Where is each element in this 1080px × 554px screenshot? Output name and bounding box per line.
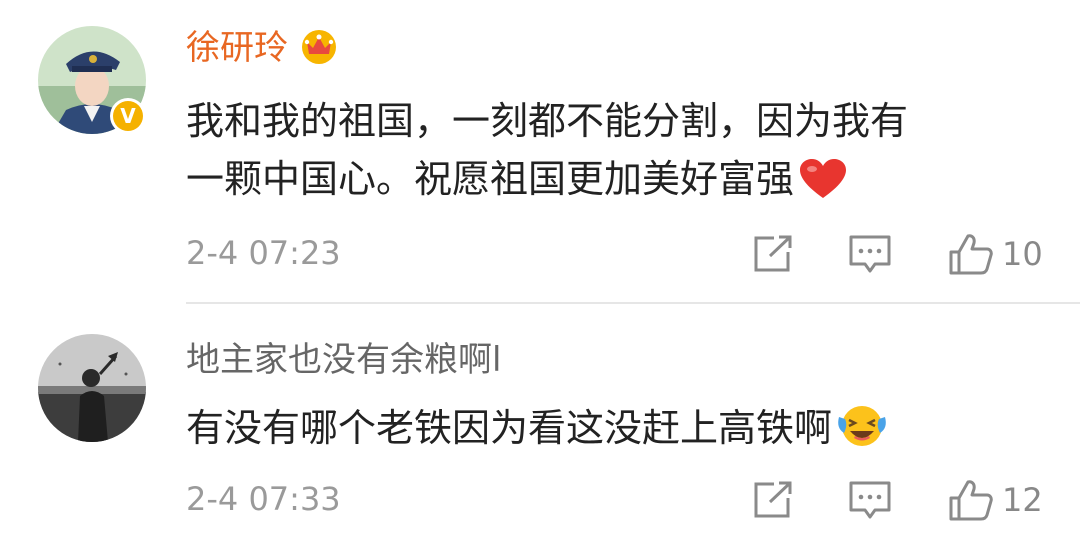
crown-icon [298,25,340,76]
comment-icon [849,481,891,519]
comment-item: V 徐研玲 我和我的祖国，一刻都不能分割，因为我有 一颗中国心。祝愿祖国更加美好… [0,0,1080,302]
comment-line: 我和我的祖国，一刻都不能分割，因为我有 [186,99,909,143]
comment-line: 一颗中国心。祝愿祖国更加美好富强 [186,150,1046,216]
comment-line-text: 一颗中国心。祝愿祖国更加美好富强 [186,157,795,201]
reply-button[interactable] [848,232,896,276]
comment-line-text: 有没有哪个老铁因为看这没赶上高铁啊 [186,406,833,450]
repost-button[interactable] [752,478,796,522]
comment-icon [849,235,891,273]
thumbs-up-icon [949,480,993,521]
username-text: 徐研玲 [186,28,288,68]
like-button[interactable]: 10 [948,232,1058,276]
username[interactable]: 地主家也没有余粮啊l [186,338,501,382]
username[interactable]: 徐研玲 [186,25,340,76]
verified-label: V [113,101,143,131]
thumbs-up-icon [949,234,993,275]
avatar-image [38,334,146,442]
repost-button[interactable] [752,232,796,276]
like-count: 10 [1002,235,1043,273]
reply-button[interactable] [848,478,896,522]
comment-line: 有没有哪个老铁因为看这没赶上高铁啊 [186,399,1046,465]
comment-item: 地主家也没有余粮啊l 有没有哪个老铁因为看这没赶上高铁啊 2-4 07:33 1… [0,304,1080,554]
repost-icon [754,235,792,272]
comment-text: 有没有哪个老铁因为看这没赶上高铁啊 [186,399,1046,465]
like-button[interactable]: 12 [948,478,1058,522]
comment-text: 我和我的祖国，一刻都不能分割，因为我有 一颗中国心。祝愿祖国更加美好富强 [186,92,1046,216]
verified-v-icon: V [110,98,146,134]
laughing-crying-emoji [836,403,888,465]
comment-time: 2-4 07:23 [186,234,341,272]
repost-icon [754,481,792,518]
avatar[interactable] [38,334,146,442]
like-count: 12 [1002,481,1043,519]
red-heart-emoji [798,158,848,216]
comment-time: 2-4 07:33 [186,480,341,518]
username-text: 地主家也没有余粮啊l [186,340,502,380]
